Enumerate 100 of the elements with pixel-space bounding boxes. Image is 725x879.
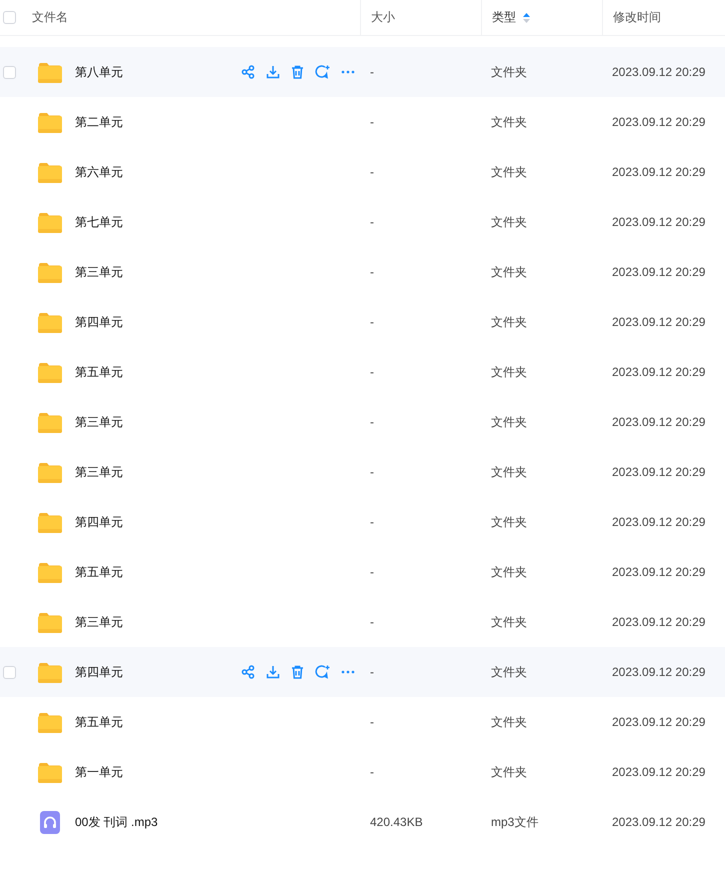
file-type: 文件夹 [491,314,527,328]
file-type: 文件夹 [491,714,527,728]
file-size: - [370,615,374,629]
file-type: 文件夹 [491,664,527,678]
file-row[interactable]: 00发 刊词 .mp3 420.43KB mp3文件 2023.09.12 20:29 [0,797,725,847]
file-name[interactable]: 第六单元 [75,164,225,180]
file-size: - [370,715,374,729]
file-name[interactable]: 第四单元 [75,314,225,330]
file-name[interactable]: 第三单元 [75,464,225,480]
file-row[interactable]: 第三单元 - 文件夹 2023.09.12 20:29 [0,597,725,647]
file-type: 文件夹 [491,114,527,128]
folder-icon [38,362,62,382]
folder-icon [38,612,62,632]
download-icon[interactable] [266,65,280,79]
more-icon[interactable] [341,670,355,674]
modified-time: 2023.09.12 20:29 [612,815,706,829]
modified-time: 2023.09.12 20:29 [612,265,706,279]
checkbox[interactable] [3,66,16,78]
file-row[interactable]: 第四单元 - 文件夹 2023.09.12 20:29 [0,497,725,547]
file-name[interactable]: 第二单元 [75,114,225,130]
modified-time: 2023.09.12 20:29 [612,365,706,379]
column-header[interactable]: 类型 [492,9,516,26]
folder-icon [38,212,62,232]
file-type: 文件夹 [491,764,527,778]
folder-icon [38,262,62,282]
modified-time: 2023.09.12 20:29 [612,615,706,629]
file-name[interactable]: 第四单元 [75,664,225,680]
file-row[interactable]: 第五单元 - 文件夹 2023.09.12 20:29 [0,697,725,747]
comment-icon[interactable] [315,65,330,79]
file-row[interactable]: 第一单元 - 文件夹 2023.09.12 20:29 [0,747,725,797]
trash-icon[interactable] [291,665,304,679]
checkbox[interactable] [3,666,16,678]
column-header[interactable]: 文件名 [32,9,68,26]
share-icon[interactable] [241,665,255,679]
modified-time: 2023.09.12 20:29 [612,315,706,329]
folder-icon [38,312,62,332]
file-row[interactable]: 第六单元 - 文件夹 2023.09.12 20:29 [0,147,725,197]
file-row[interactable]: 第五单元 - 文件夹 2023.09.12 20:29 [0,547,725,597]
file-row[interactable]: 第三单元 - 文件夹 2023.09.12 20:29 [0,447,725,497]
modified-time: 2023.09.12 20:29 [612,515,706,529]
file-row[interactable]: 第四单元 - 文件夹 2023.09.12 20:29 [0,297,725,347]
checkbox[interactable] [3,11,16,24]
comment-icon[interactable] [315,665,330,679]
folder-icon [38,462,62,482]
folder-icon [38,412,62,432]
folder-icon [38,112,62,132]
file-size: - [370,165,374,179]
file-name[interactable]: 第五单元 [75,364,225,380]
column-header[interactable]: 修改时间 [613,9,661,26]
file-name[interactable]: 00发 刊词 .mp3 [75,814,225,830]
file-name[interactable]: 第七单元 [75,214,225,230]
file-type: 文件夹 [491,464,527,478]
file-name[interactable]: 第一单元 [75,764,225,780]
file-type: 文件夹 [491,614,527,628]
modified-time: 2023.09.12 20:29 [612,415,706,429]
file-row[interactable]: 第四单元 - 文件夹 2023.09.12 20:29 [0,647,725,697]
folder-icon [38,162,62,182]
file-row[interactable]: 第三单元 - 文件夹 2023.09.12 20:29 [0,397,725,447]
file-name[interactable]: 第四单元 [75,514,225,530]
file-row[interactable]: 第三单元 - 文件夹 2023.09.12 20:29 [0,247,725,297]
share-icon[interactable] [241,65,255,79]
more-icon[interactable] [341,70,355,74]
folder-icon [38,562,62,582]
sort-icon[interactable] [523,12,530,22]
file-name[interactable]: 第八单元 [75,64,225,80]
file-size: - [370,415,374,429]
modified-time: 2023.09.12 20:29 [612,765,706,779]
file-name[interactable]: 第三单元 [75,614,225,630]
file-name[interactable]: 第三单元 [75,264,225,280]
folder-icon [38,62,62,82]
folder-icon [38,662,62,682]
file-type: mp3文件 [491,814,538,828]
file-name[interactable]: 第五单元 [75,564,225,580]
folder-icon [38,762,62,782]
column-header[interactable]: 大小 [371,9,395,26]
download-icon[interactable] [266,665,280,679]
file-size: - [370,215,374,229]
file-row[interactable]: 第二单元 - 文件夹 2023.09.12 20:29 [0,97,725,147]
file-type: 文件夹 [491,64,527,78]
trash-icon[interactable] [291,65,304,79]
file-type: 文件夹 [491,364,527,378]
file-row[interactable]: 第五单元 - 文件夹 2023.09.12 20:29 [0,347,725,397]
file-type: 文件夹 [491,264,527,278]
file-name[interactable]: 第五单元 [75,714,225,730]
file-size: - [370,565,374,579]
file-name[interactable]: 第三单元 [75,414,225,430]
modified-time: 2023.09.12 20:29 [612,565,706,579]
file-type: 文件夹 [491,164,527,178]
file-size: - [370,115,374,129]
modified-time: 2023.09.12 20:29 [612,665,706,679]
file-size: - [370,265,374,279]
file-size: - [370,465,374,479]
file-type: 文件夹 [491,514,527,528]
file-type: 文件夹 [491,214,527,228]
file-size: 420.43KB [370,815,423,829]
modified-time: 2023.09.12 20:29 [612,115,706,129]
file-size: - [370,665,374,679]
file-row[interactable]: 第七单元 - 文件夹 2023.09.12 20:29 [0,197,725,247]
folder-icon [38,712,62,732]
file-row[interactable]: 第八单元 - 文件夹 2023.09.12 20:29 [0,47,725,97]
